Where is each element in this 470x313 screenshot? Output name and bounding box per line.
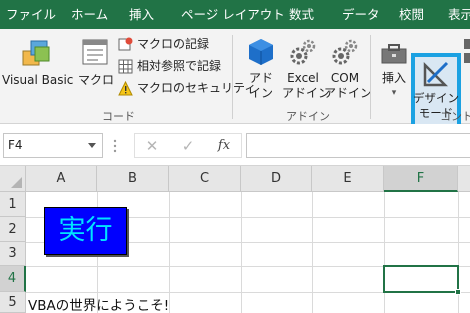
select-all-triangle-icon: [11, 177, 22, 188]
select-all-button[interactable]: [0, 166, 26, 192]
visual-basic-icon: [22, 40, 50, 66]
worksheet-grid: A B C D E F 1 2 3 4 5 実行 VBAの世界にようこそ!: [0, 166, 470, 313]
addins-group-label: アドイン: [286, 110, 330, 123]
name-box[interactable]: F4: [3, 133, 103, 158]
formula-input[interactable]: [246, 133, 470, 158]
tab-view[interactable]: 表示: [448, 0, 470, 29]
column-header-e[interactable]: E: [312, 166, 384, 192]
record-macro-label: マクロの記録: [137, 37, 210, 51]
tab-formulas[interactable]: 数式: [289, 0, 314, 29]
addins-label-line1: アド: [248, 71, 273, 85]
ribbon-developer: Visual Basic マクロ マクロの記録 相対参照で記録 マクロのセキュリ…: [0, 29, 470, 131]
chevron-down-icon[interactable]: [88, 143, 96, 148]
excel-addins-button[interactable]: Excel アドイン: [282, 33, 331, 103]
macro-list-icon: [82, 39, 108, 65]
excel-addins-label-line1: Excel: [287, 71, 319, 85]
formula-buttons: ✕ ✓ fx: [134, 133, 242, 158]
excel-addins-gear-icon: [290, 39, 316, 65]
relative-reference-label: 相対参照で記録: [137, 59, 222, 73]
fill-handle[interactable]: [455, 289, 461, 295]
row-header-5[interactable]: 5: [0, 292, 26, 313]
row-header-1[interactable]: 1: [0, 192, 26, 217]
insert-control-label: 挿入: [381, 71, 406, 85]
design-mode-label-line1: デザイン: [413, 91, 459, 105]
row-header-3[interactable]: 3: [0, 242, 26, 266]
group-separator: [370, 35, 371, 119]
macro-security-label: マクロのセキュリティ: [137, 81, 257, 95]
controls-group-label: コント: [440, 110, 470, 123]
column-header-g[interactable]: [458, 166, 470, 192]
addins-button[interactable]: アド イン: [240, 33, 282, 103]
insert-control-button[interactable]: 挿入 ▾: [376, 33, 412, 103]
column-header-a[interactable]: A: [26, 166, 97, 192]
formula-bar: F4 ✕ ✓ fx: [0, 124, 470, 166]
gridline: [312, 192, 313, 313]
tab-page-layout[interactable]: ページ レイアウト: [181, 0, 285, 29]
com-addins-label-line2: アドイン: [324, 86, 373, 100]
relative-reference-icon: [118, 59, 133, 74]
warning-icon: [118, 81, 133, 96]
column-header-b[interactable]: B: [97, 166, 169, 192]
row-header-4[interactable]: 4: [0, 266, 26, 292]
com-addins-gear-icon: [332, 39, 358, 65]
tab-file[interactable]: ファイル: [6, 0, 56, 29]
cancel-icon[interactable]: ✕: [143, 137, 161, 155]
insert-function-icon[interactable]: fx: [215, 137, 233, 155]
tab-home[interactable]: ホーム: [71, 0, 108, 29]
active-cell-f4[interactable]: [383, 265, 461, 295]
column-header-c[interactable]: C: [169, 166, 241, 192]
run-macro-button[interactable]: 実行: [44, 207, 127, 255]
tab-review[interactable]: 校閲: [399, 0, 424, 29]
gridline: [384, 192, 385, 313]
record-macro-icon: [118, 37, 133, 51]
macro-button[interactable]: マクロ: [76, 33, 116, 95]
addins-cube-icon: [249, 39, 273, 65]
tab-insert[interactable]: 挿入: [129, 0, 154, 29]
confirm-icon[interactable]: ✓: [179, 137, 197, 155]
macro-label: マクロ: [77, 73, 114, 87]
properties-icon: [464, 39, 470, 63]
com-addins-label-line1: COM: [330, 71, 360, 85]
excel-addins-label-line2: アドイン: [282, 86, 331, 100]
group-separator: [232, 35, 233, 119]
visual-basic-label: Visual Basic: [2, 73, 74, 87]
design-mode-ruler-icon: [423, 61, 449, 87]
drag-handle-icon[interactable]: [113, 137, 117, 155]
toolbox-icon: [381, 44, 407, 64]
name-box-value: F4: [8, 138, 23, 152]
chevron-down-icon: ▾: [391, 88, 397, 98]
addins-label-line2: イン: [248, 86, 273, 100]
tab-data[interactable]: データ: [342, 0, 380, 29]
row-header-2[interactable]: 2: [0, 217, 26, 242]
column-header-d[interactable]: D: [241, 166, 312, 192]
ribbon-tab-bar: ファイル ホーム 挿入 ページ レイアウト 数式 データ 校閲 表示: [0, 0, 470, 29]
visual-basic-button[interactable]: Visual Basic: [2, 33, 74, 95]
cell-a5-text: VBAの世界にようこそ!: [28, 298, 170, 313]
column-header-f[interactable]: F: [384, 166, 458, 192]
code-group-label: コード: [102, 110, 135, 123]
gridline: [241, 192, 242, 313]
com-addins-button[interactable]: COM アドイン: [324, 33, 373, 103]
